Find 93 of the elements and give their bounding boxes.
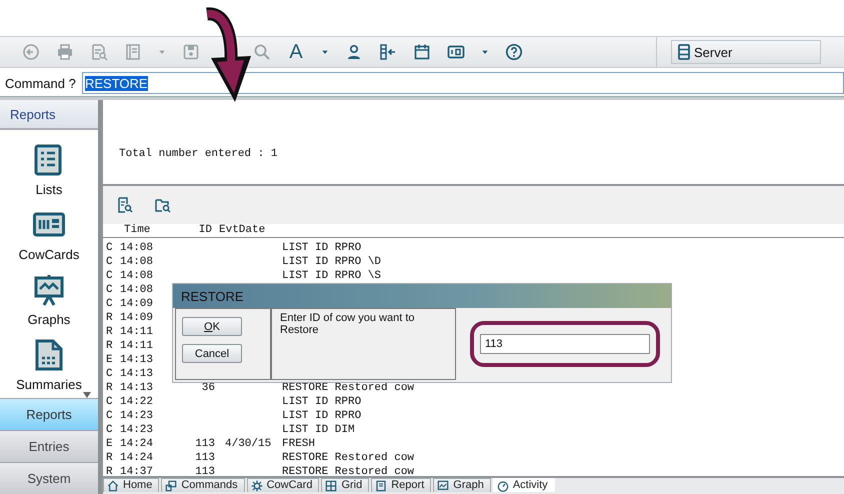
help-icon[interactable] <box>505 43 523 61</box>
table-cell-text: R <box>106 325 114 339</box>
table-cell-text: 14:24 <box>120 451 154 465</box>
output-text: Total number entered : 1 <box>119 148 278 160</box>
report-icon <box>375 480 388 492</box>
person-icon[interactable] <box>345 43 363 61</box>
document-search-icon[interactable] <box>117 197 133 213</box>
dialog-message: Enter ID of cow you want to Restore <box>271 308 456 380</box>
id-field[interactable]: 113 <box>480 334 650 354</box>
dialog-button[interactable]: Cancel <box>182 344 242 363</box>
table-cell-text: R <box>106 339 114 353</box>
table-cell-text: C <box>106 409 114 423</box>
table-cell-text: 113 <box>194 437 215 451</box>
gear-icon <box>250 480 263 492</box>
table-cell-text: 4/30/15 <box>224 437 272 451</box>
table-cell-text: 14:13 <box>120 367 154 381</box>
tab[interactable]: CowCard <box>246 478 320 492</box>
table-cell-text: C <box>106 423 114 437</box>
spreadsheet-document-icon <box>33 339 65 371</box>
table-cell-text: 113 <box>194 451 215 465</box>
table-cell-text: R <box>106 381 114 395</box>
tab[interactable]: Graph <box>433 478 491 492</box>
table-cell-text: LIST ID RPRO \D <box>282 255 382 269</box>
grid-icon <box>325 480 338 492</box>
table-cell-text: R <box>106 311 114 325</box>
table-cell-text: 14:08 <box>120 283 154 297</box>
table-cell-text: 14:08 <box>120 255 154 269</box>
sidebar-item[interactable]: Graphs <box>28 274 70 327</box>
table-cell-text: 14:08 <box>120 241 154 255</box>
column-header: EvtDate <box>218 224 266 237</box>
tab[interactable]: Commands <box>161 478 245 492</box>
table-cell-text: LIST ID DIM <box>282 423 356 437</box>
table-cell-text: 14:13 <box>120 353 154 367</box>
dialog-title: RESTORE <box>173 284 671 308</box>
table-cell-text: LIST ID RPRO <box>282 241 362 255</box>
command-window-icon <box>165 480 178 492</box>
sidebar-item[interactable]: Lists <box>33 144 65 197</box>
table-cell-text: C <box>106 269 114 283</box>
gauge-icon <box>496 480 509 492</box>
table-cell-text: E <box>106 353 114 367</box>
table-cell-text: 14:24 <box>120 437 154 451</box>
table-cell-text: 113 <box>194 465 215 476</box>
table-cell-text: RESTORE Restored cow <box>282 451 416 465</box>
column-arrow-icon[interactable] <box>379 43 397 61</box>
server-button[interactable]: Server <box>671 40 821 64</box>
table-cell-text: RESTORE Restored cow <box>282 381 416 395</box>
table-cell-text: 14:23 <box>120 409 154 423</box>
folder-search-icon[interactable] <box>155 197 171 213</box>
table-cell-text: 14:08 <box>120 269 154 283</box>
command-label: Command ? <box>4 76 77 90</box>
table-cell-text: LIST ID RPRO <box>282 395 362 409</box>
table-cell-text: C <box>106 241 114 255</box>
table-cell-text: 36 <box>200 381 215 395</box>
table-cell-text: 14:09 <box>120 311 154 325</box>
table-cell-text: LIST ID RPRO <box>282 409 362 423</box>
nav-button[interactable]: System <box>0 462 98 494</box>
dialog-button[interactable]: OK <box>182 317 242 336</box>
house-icon <box>107 480 119 492</box>
calendar-icon[interactable] <box>413 43 431 61</box>
nav-button[interactable]: Reports <box>0 398 98 430</box>
table-cell-text: 14:11 <box>120 325 154 339</box>
table-cell-text: C <box>106 367 114 381</box>
table-cell-text: 14:23 <box>120 423 154 437</box>
table-cell-text: LIST ID RPRO \S <box>282 269 382 283</box>
table-cell-text: C <box>106 395 114 409</box>
table-cell-text: C <box>106 255 114 269</box>
sidebar-item[interactable]: Summaries <box>7 339 91 398</box>
table-cell-text: RESTORE Restored cow <box>282 465 416 476</box>
tab[interactable]: Grid <box>321 478 370 492</box>
table-cell-text: E <box>106 437 114 451</box>
table-cell-text: R <box>106 465 114 476</box>
font-button[interactable]: A <box>285 42 307 62</box>
sidebar-item[interactable]: CowCards <box>18 209 80 262</box>
tab[interactable]: Activity <box>492 478 555 492</box>
database-icon <box>678 44 690 60</box>
table-cell-text: 14:22 <box>120 395 154 409</box>
table-cell-text: R <box>106 451 114 465</box>
table-cell-text: FRESH <box>282 437 316 451</box>
table-cell-text: C <box>106 283 114 297</box>
chart-board-icon <box>437 480 450 492</box>
sidebar-header: Reports <box>0 100 98 130</box>
tab[interactable]: Home <box>103 478 160 492</box>
nav-button[interactable]: Entries <box>0 430 98 462</box>
table-cell-text: 14:11 <box>120 339 154 353</box>
tab[interactable]: Report <box>371 478 432 492</box>
table-cell-text: C <box>106 297 114 311</box>
table-cell-text: 14:13 <box>120 381 154 395</box>
card-icon[interactable] <box>447 43 465 61</box>
table-cell-text: 14:37 <box>120 465 154 476</box>
table-cell-text: 14:09 <box>120 297 154 311</box>
column-header: ID <box>198 224 212 237</box>
column-header: Time <box>124 224 152 237</box>
presentation-board-icon <box>32 274 65 306</box>
